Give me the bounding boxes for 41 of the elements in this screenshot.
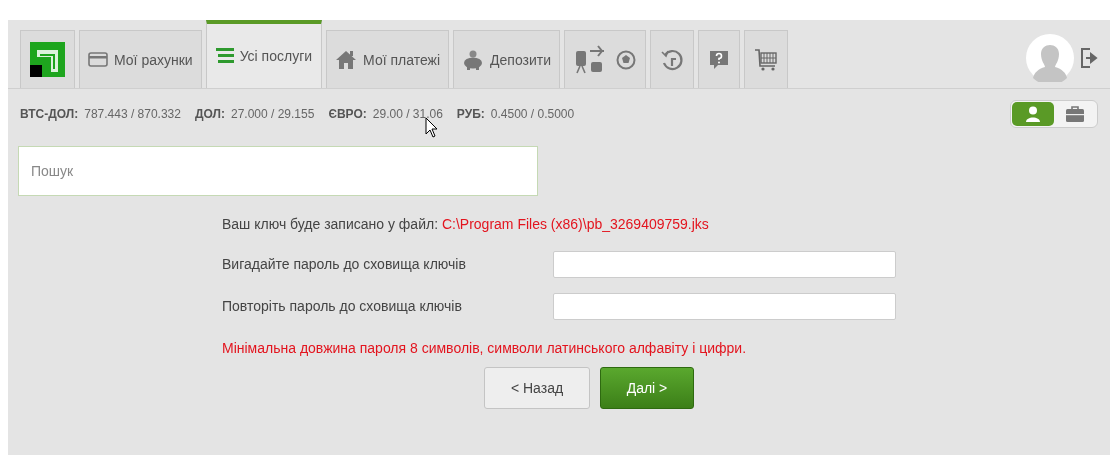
person-icon — [1025, 106, 1041, 122]
nav-tab[interactable]: Мої рахунки — [79, 30, 202, 88]
icon-tab[interactable] — [564, 30, 646, 88]
password-field[interactable] — [553, 250, 896, 278]
logout-icon[interactable] — [1080, 48, 1098, 68]
icon-tab[interactable] — [698, 30, 740, 88]
password-label: Повторіть пароль до сховища ключів — [222, 298, 463, 314]
password-hint: Мінімальна довжина пароля 8 символів, символи латинського алфавіту і цифри. — [222, 340, 748, 356]
cart-icon — [754, 47, 778, 72]
nav-tab[interactable]: Депозити — [453, 30, 560, 88]
help-icon — [708, 48, 730, 71]
rate-label: ВТС-ДОЛ: — [20, 107, 79, 121]
back-button[interactable]: < Назад — [484, 367, 590, 409]
rate-value: 27.000 / 29.155 — [230, 107, 315, 121]
briefcase-icon — [1066, 106, 1084, 122]
card-icon — [88, 52, 108, 67]
list-icon — [215, 47, 234, 65]
search-field[interactable]: Пошук — [18, 146, 538, 196]
icon-tab[interactable] — [650, 30, 694, 88]
rate-value: 29.00 / 31.06 — [372, 107, 443, 121]
history-icon — [660, 47, 684, 72]
nav-tab[interactable]: Усі послуги — [205, 20, 323, 88]
ball-icon — [616, 49, 636, 70]
cursor-icon — [425, 117, 439, 138]
avatar-icon[interactable] — [1026, 34, 1074, 82]
key-file-message: Ваш ключ буде записано у файл: C:\Program Files (x86)\pb_3269409759.jks — [222, 216, 710, 234]
rate-value: 787.443 / 870.332 — [84, 107, 181, 121]
rate-label: РУБ: — [456, 107, 485, 121]
next-button[interactable]: Далі > — [600, 367, 694, 409]
nav-tab[interactable]: Мої платежі — [326, 30, 450, 88]
piggy-bank-icon — [462, 49, 485, 70]
person-role-button[interactable] — [1012, 102, 1054, 126]
icon-tab[interactable] — [744, 30, 788, 88]
house-icon — [335, 49, 358, 70]
rate-label: ДОЛ: — [194, 107, 225, 121]
password-label: Вигадайте пароль до сховища ключів — [222, 256, 467, 272]
password-field[interactable] — [553, 292, 896, 320]
rate-value: 0.4500 / 0.5000 — [490, 107, 575, 121]
rate-label: ЄВРО: — [328, 107, 367, 121]
logo-icon — [29, 41, 66, 78]
logo-tab[interactable] — [20, 30, 75, 88]
